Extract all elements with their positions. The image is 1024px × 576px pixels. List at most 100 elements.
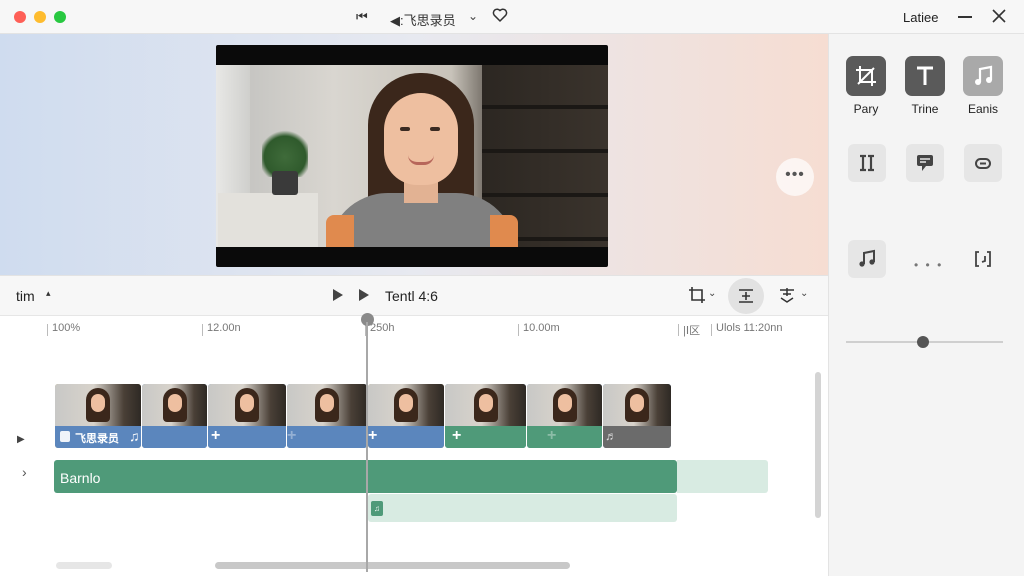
vertical-scrollbar[interactable] <box>815 372 821 518</box>
tile-label: Trine <box>911 102 939 116</box>
chevron-down-icon[interactable]: ⌄ <box>708 288 716 299</box>
video-clip[interactable]: ♬ <box>603 384 671 448</box>
ruler-tick: 12.00n <box>202 322 241 336</box>
video-clip[interactable]: + <box>287 384 367 448</box>
pause-button[interactable] <box>848 144 886 182</box>
video-plant <box>262 127 308 177</box>
ruler-tick: 10.00m <box>518 322 560 336</box>
timeline[interactable]: 100% 12.00n 250h 10.00m |Ⅰ区 Ulols 11:20n… <box>0 313 828 576</box>
chevron-right-icon[interactable]: › <box>22 464 27 480</box>
video-preview[interactable] <box>216 45 608 267</box>
video-person-sleeve <box>490 215 518 247</box>
video-person-eye <box>400 127 410 131</box>
minimize-window-button[interactable] <box>34 11 46 23</box>
video-person-eye <box>430 127 440 131</box>
close-window-button[interactable] <box>14 11 26 23</box>
video-person-face <box>384 93 458 185</box>
link-icon <box>975 158 991 169</box>
music-note-icon <box>859 249 875 267</box>
clip-bar <box>287 426 367 448</box>
clip-thumbnail <box>368 384 444 426</box>
timeline-mode-label[interactable]: tim <box>16 288 35 304</box>
bracket-icon <box>975 251 991 267</box>
clip-thumbnail <box>445 384 526 426</box>
clip-thumbnail <box>55 384 141 426</box>
music-icon <box>975 65 993 85</box>
video-clip[interactable]: + <box>445 384 526 448</box>
audio-clip-extension[interactable] <box>677 460 768 493</box>
minimize-icon[interactable] <box>958 16 972 18</box>
project-title[interactable]: ◀:飞思录员 <box>390 10 456 29</box>
effects-icon[interactable] <box>778 286 796 309</box>
chevron-down-icon[interactable]: ⌄ <box>468 9 478 23</box>
clip-bar <box>368 426 444 448</box>
music-tool-button[interactable] <box>963 56 1003 96</box>
skip-back-icon[interactable]: ⏮ <box>356 9 368 25</box>
preview-area: ••• <box>0 34 828 276</box>
add-transition-icon[interactable]: + <box>368 427 377 445</box>
align-center-icon <box>739 289 753 303</box>
video-person-smile <box>408 155 434 165</box>
audio-sub-clip[interactable]: ♫ <box>368 494 677 522</box>
bracket-button[interactable] <box>964 240 1002 278</box>
video-clip[interactable]: + <box>527 384 602 448</box>
tile-label: Eanis <box>967 102 999 116</box>
add-transition-icon[interactable]: + <box>287 427 296 445</box>
clip-label: 飞思录员 <box>75 433 119 445</box>
clip-thumbnail <box>603 384 671 426</box>
video-clip[interactable]: + <box>368 384 444 448</box>
text-icon <box>917 66 933 85</box>
video-clip[interactable] <box>142 384 207 448</box>
audio-button[interactable] <box>848 240 886 278</box>
music-note-icon: ♬ <box>605 429 617 443</box>
title-bar: ⏮ ◀:飞思录员 ⌄ Latiee <box>0 0 1024 34</box>
playhead[interactable] <box>366 322 368 572</box>
close-icon[interactable] <box>992 9 1006 28</box>
add-transition-icon[interactable]: + <box>547 427 556 445</box>
video-clip[interactable]: 飞思录员 ♫ <box>55 384 141 448</box>
chevron-down-icon[interactable]: ⌄ <box>800 288 808 299</box>
clip-type-icon <box>60 431 70 442</box>
play-forward-icon[interactable] <box>358 288 370 307</box>
video-person-sleeve <box>326 215 354 247</box>
heart-icon[interactable] <box>492 7 508 28</box>
crop-tool-button[interactable] <box>846 56 886 96</box>
link-button[interactable] <box>964 144 1002 182</box>
scroll-track[interactable] <box>56 562 112 569</box>
preview-more-button[interactable]: ••• <box>776 158 814 196</box>
subtitle-icon <box>917 155 933 171</box>
add-transition-icon[interactable]: + <box>452 427 461 445</box>
timecode-label: Tentl 4:6 <box>385 288 438 304</box>
subtitle-button[interactable] <box>906 144 944 182</box>
audio-chip-icon: ♫ <box>371 501 383 516</box>
add-transition-icon[interactable]: + <box>211 427 220 445</box>
timeline-toolbar: tim ▴ Tentl 4:6 ⌄ ⌄ <box>0 276 828 316</box>
audio-clip-name: Barnlo <box>60 470 101 486</box>
text-tool-button[interactable] <box>905 56 945 96</box>
align-button[interactable] <box>728 278 764 314</box>
video-desk <box>218 193 318 247</box>
clip-thumbnail <box>287 384 367 426</box>
caret-up-icon[interactable]: ▴ <box>46 288 51 299</box>
music-note-icon: ♫ <box>129 428 140 444</box>
video-clip[interactable]: + <box>208 384 286 448</box>
clip-thumbnail <box>142 384 207 426</box>
horizontal-scrollbar[interactable] <box>215 562 570 569</box>
clip-thumbnail <box>208 384 286 426</box>
track-expand-icon[interactable]: ▶ <box>17 434 25 445</box>
video-plant-pot <box>272 171 298 195</box>
clip-thumbnail <box>527 384 602 426</box>
zoom-window-button[interactable] <box>54 11 66 23</box>
clip-bar <box>527 426 602 448</box>
time-ruler[interactable]: 100% 12.00n 250h 10.00m |Ⅰ区 Ulols 11:20n… <box>0 316 828 342</box>
crop-icon <box>856 66 876 86</box>
ruler-tick: 250h <box>364 322 395 336</box>
tile-label: Pary <box>853 102 879 116</box>
more-icon[interactable]: • • • <box>914 258 943 272</box>
clip-bar <box>142 426 207 448</box>
ruler-tick: |Ⅰ区 <box>677 322 700 338</box>
crop-icon[interactable] <box>688 286 706 309</box>
play-icon[interactable] <box>332 288 344 307</box>
volume-slider-handle[interactable] <box>917 336 929 348</box>
pause-icon <box>860 154 874 172</box>
